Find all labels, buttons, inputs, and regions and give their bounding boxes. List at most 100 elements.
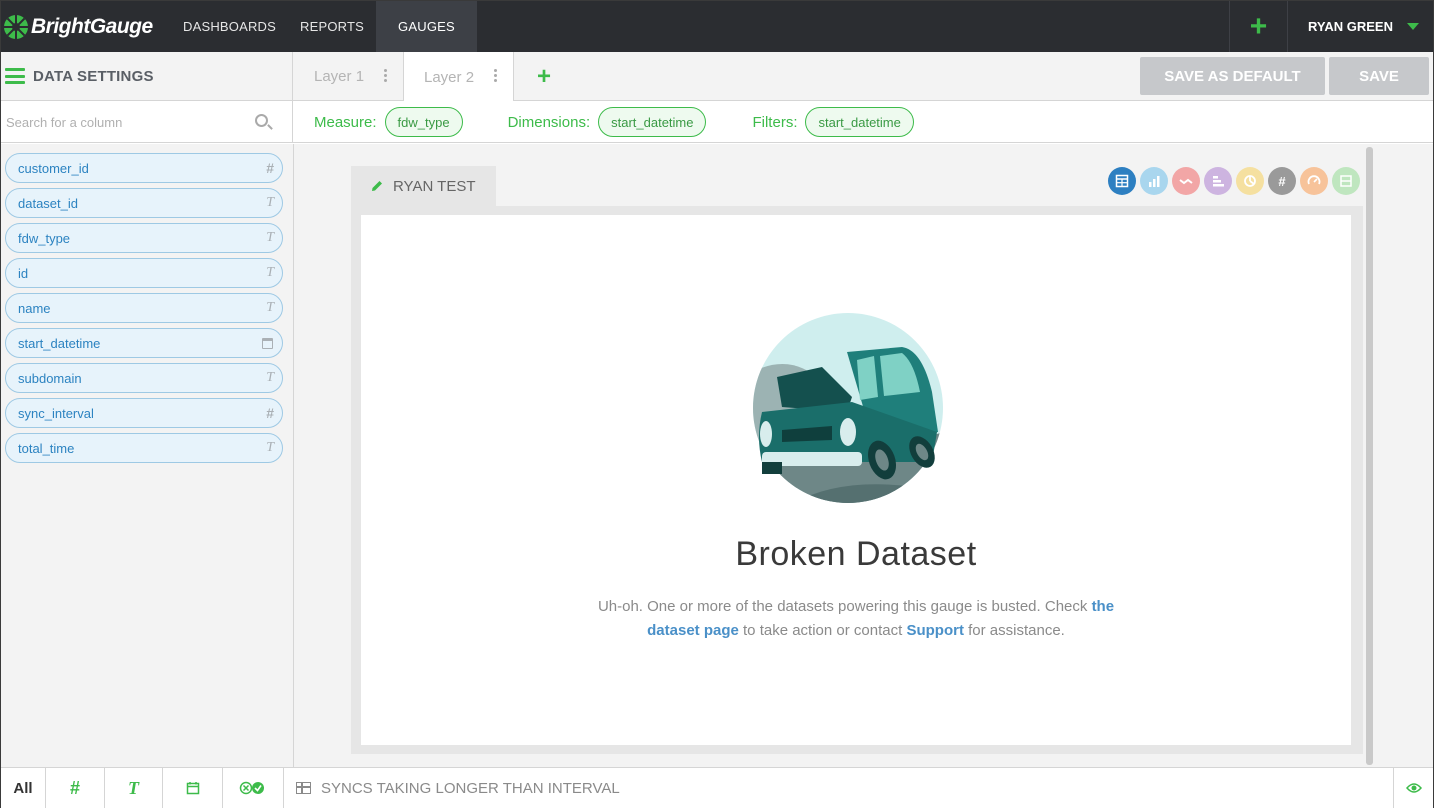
data-settings-header[interactable]: DATA SETTINGS (1, 52, 293, 100)
add-button[interactable]: + (1228, 1, 1287, 52)
text-type-icon: T (266, 230, 274, 245)
scrollbar[interactable] (1366, 147, 1373, 765)
filter-number-button[interactable]: # (46, 768, 105, 808)
column-item[interactable]: subdomain T (5, 363, 283, 393)
logo-text: BrightGauge (31, 14, 153, 38)
logo[interactable]: BrightGauge (1, 1, 171, 52)
user-menu[interactable]: RYAN GREEN (1286, 1, 1433, 52)
measure-pill[interactable]: fdw_type (384, 107, 463, 137)
dimension-pill[interactable]: start_datetime (598, 107, 707, 137)
bar-chart-icon[interactable] (1140, 167, 1168, 195)
column-name: customer_id (18, 160, 89, 176)
line-chart-icon[interactable] (1172, 167, 1200, 195)
caret-down-icon (1407, 23, 1419, 30)
text-icon: T (128, 777, 139, 798)
error-title: Broken Dataset (735, 535, 977, 573)
boolean-icon (239, 781, 264, 795)
error-message: Uh-oh. One or more of the datasets power… (571, 595, 1141, 643)
tab-label: Layer 1 (314, 68, 365, 85)
gauge-type-picker: # (1108, 167, 1360, 195)
gauge-frame: Broken Dataset Uh-oh. One or more of the… (351, 206, 1363, 754)
save-button[interactable]: SAVE (1329, 57, 1429, 95)
top-nav: BrightGauge DASHBOARDS REPORTS GAUGES + … (1, 1, 1433, 52)
column-list: customer_id # dataset_id T fdw_type T id T n… (1, 144, 294, 767)
calendar-icon (186, 782, 199, 795)
filter-date-button[interactable] (163, 768, 223, 808)
table-icon (296, 782, 311, 794)
table-icon[interactable] (1108, 167, 1136, 195)
number-type-icon: # (266, 160, 274, 176)
column-item[interactable]: fdw_type T (5, 223, 283, 253)
filter-text-button[interactable]: T (105, 768, 163, 808)
save-as-default-button[interactable]: SAVE AS DEFAULT (1140, 57, 1325, 95)
search-input[interactable] (6, 114, 246, 130)
list-icon[interactable] (1332, 167, 1360, 195)
pie-icon[interactable] (1236, 167, 1264, 195)
support-link[interactable]: Support (906, 622, 964, 639)
toolbar: DATA SETTINGS Layer 1 Layer 2 + SAVE AS … (1, 52, 1433, 102)
search-icon[interactable] (255, 114, 268, 127)
filters-label: Filters: (752, 113, 798, 131)
pencil-icon (372, 181, 382, 191)
text-type-icon: T (266, 300, 274, 315)
preview-button[interactable] (1393, 768, 1433, 808)
error-text: Uh-oh. One or more of the datasets power… (597, 598, 1088, 615)
plus-icon: + (1249, 9, 1268, 43)
column-name: name (18, 300, 51, 316)
column-name: total_time (18, 440, 75, 456)
column-item[interactable]: total_time T (5, 433, 283, 463)
measure-label: Measure: (314, 113, 377, 131)
query-bar: Measure: fdw_type Dimensions: start_date… (314, 101, 914, 143)
column-item[interactable]: start_datetime (5, 328, 283, 358)
gauge-editor: RYAN TEST # Broken Dataset Uh-oh. One or… (294, 144, 1433, 767)
tab-layer-1[interactable]: Layer 1 (294, 52, 404, 101)
hamburger-icon (5, 68, 25, 84)
column-item[interactable]: id T (5, 258, 283, 288)
gauge-dial-icon[interactable] (1300, 167, 1328, 195)
layer-tabs: Layer 1 Layer 2 + (294, 52, 574, 102)
column-name: fdw_type (18, 230, 71, 246)
text-type-icon: T (266, 265, 274, 280)
kebab-icon[interactable] (384, 69, 387, 82)
horizontal-bar-icon[interactable] (1204, 167, 1232, 195)
eye-icon (1405, 783, 1422, 793)
number-icon[interactable]: # (1268, 167, 1296, 195)
filter-row: Measure: fdw_type Dimensions: start_date… (1, 101, 1433, 143)
column-name: subdomain (18, 370, 82, 386)
broken-car-illustration (753, 313, 943, 503)
user-name: RYAN GREEN (1307, 19, 1393, 34)
filter-pill[interactable]: start_datetime (805, 107, 914, 137)
nav-dashboards[interactable]: DASHBOARDS (171, 1, 288, 52)
gauge-name: RYAN TEST (393, 177, 476, 195)
plus-icon: + (536, 62, 551, 90)
sync-label: SYNCS TAKING LONGER THAN INTERVAL (321, 779, 620, 797)
calendar-icon (262, 338, 273, 349)
column-item[interactable]: customer_id # (5, 153, 283, 183)
kebab-icon[interactable] (494, 69, 497, 82)
gauge-name-tab[interactable]: RYAN TEST (351, 166, 496, 206)
gauge-canvas: Broken Dataset Uh-oh. One or more of the… (361, 215, 1351, 745)
error-text: to take action or contact (743, 622, 903, 639)
error-text: for assistance. (968, 622, 1065, 639)
nav-reports[interactable]: REPORTS (288, 1, 376, 52)
add-layer-button[interactable]: + (514, 52, 574, 101)
tab-label: Layer 2 (424, 68, 475, 86)
number-type-icon: # (266, 405, 274, 421)
sync-status: SYNCS TAKING LONGER THAN INTERVAL (284, 768, 1393, 808)
dimensions-label: Dimensions: (507, 113, 591, 131)
text-type-icon: T (266, 440, 274, 455)
bottom-bar: All # T SYNCS TAKING LONGER THAN INTERVA… (1, 767, 1433, 808)
column-item[interactable]: name T (5, 293, 283, 323)
logo-mark-icon (4, 14, 28, 39)
text-type-icon: T (266, 195, 274, 210)
column-name: start_datetime (18, 335, 101, 351)
column-item[interactable]: dataset_id T (5, 188, 283, 218)
column-name: id (18, 265, 29, 281)
filter-boolean-button[interactable] (223, 768, 284, 808)
column-item[interactable]: sync_interval # (5, 398, 283, 428)
filter-all-button[interactable]: All (1, 768, 46, 808)
tab-layer-2[interactable]: Layer 2 (404, 52, 514, 102)
data-settings-title: DATA SETTINGS (33, 67, 154, 85)
text-type-icon: T (266, 370, 274, 385)
nav-gauges[interactable]: GAUGES (376, 1, 477, 52)
